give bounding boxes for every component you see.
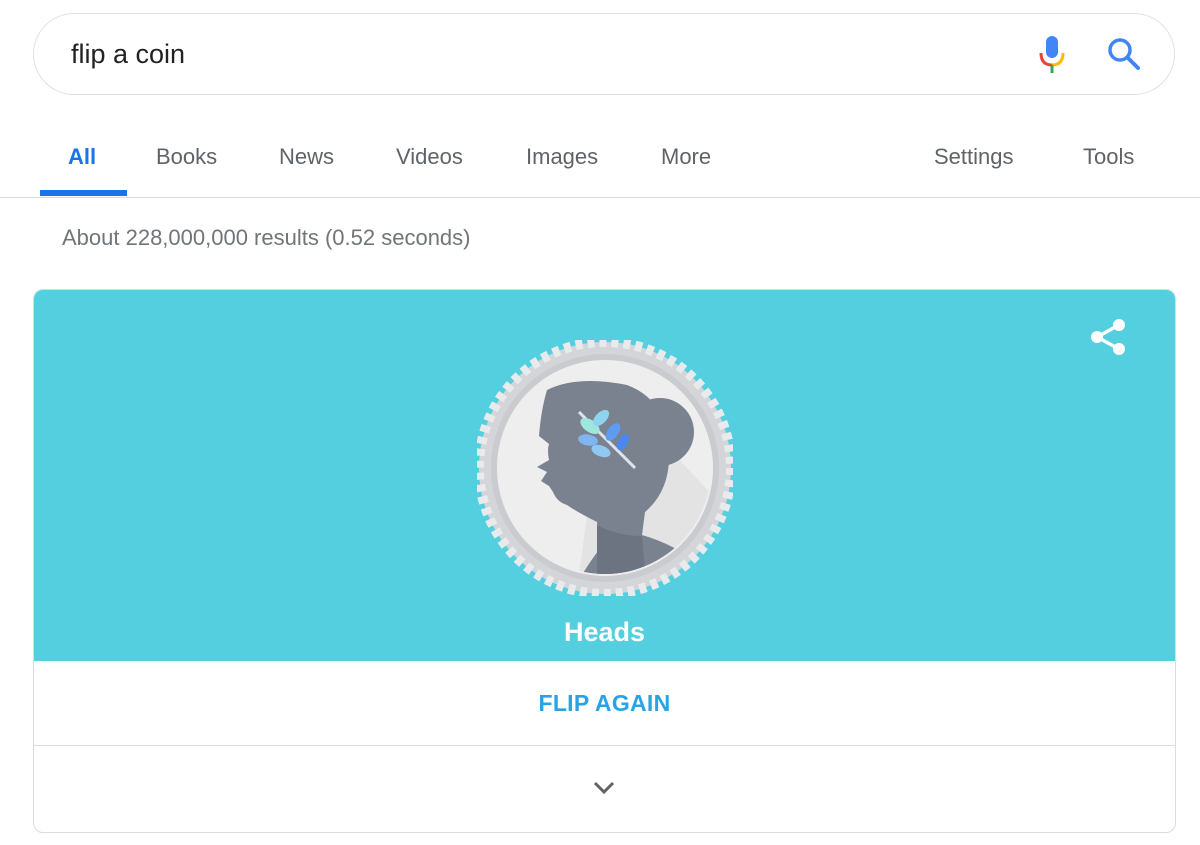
active-tab-indicator: [40, 190, 127, 196]
share-icon[interactable]: [1088, 316, 1128, 358]
search-tabs: All Books News Videos Images More Settin…: [0, 128, 1200, 198]
tab-more[interactable]: More: [661, 144, 711, 170]
search-box[interactable]: flip a coin: [33, 13, 1175, 95]
search-input[interactable]: flip a coin: [71, 38, 185, 70]
tab-books[interactable]: Books: [156, 144, 217, 170]
expand-button[interactable]: [34, 746, 1175, 832]
mic-icon[interactable]: [1037, 34, 1067, 76]
coin-panel: Heads: [34, 290, 1175, 661]
coin-result-label: Heads: [563, 617, 646, 647]
tab-videos[interactable]: Videos: [396, 144, 463, 170]
tab-images[interactable]: Images: [526, 144, 598, 170]
tab-tools[interactable]: Tools: [1083, 144, 1134, 170]
coin-flip-card: Heads FLIP AGAIN: [33, 289, 1176, 833]
result-stats: About 228,000,000 results (0.52 seconds): [62, 225, 471, 250]
tabs-divider: [0, 197, 1200, 198]
chevron-down-icon: [593, 781, 615, 795]
tab-settings[interactable]: Settings: [934, 144, 1014, 170]
coin-heads-icon: [477, 340, 733, 596]
search-icon[interactable]: [1106, 36, 1142, 72]
tab-news[interactable]: News: [279, 144, 334, 170]
flip-again-button[interactable]: FLIP AGAIN: [34, 661, 1175, 745]
tab-all[interactable]: All: [68, 144, 96, 170]
